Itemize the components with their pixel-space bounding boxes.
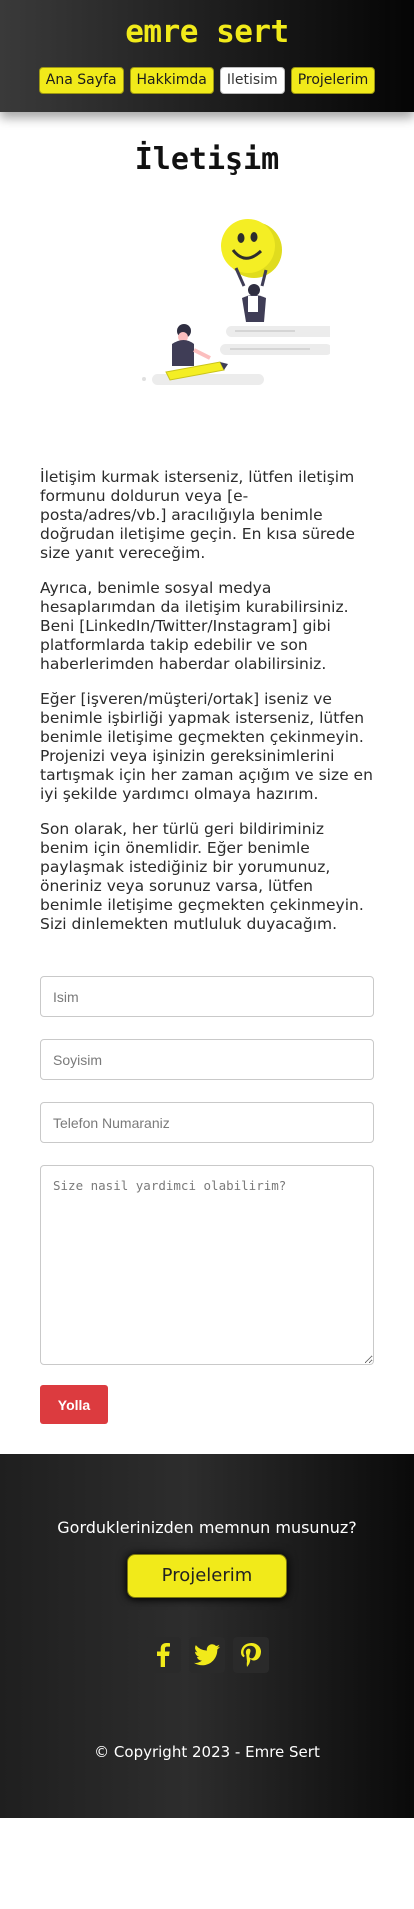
page-title: İletişim — [134, 142, 280, 177]
contact-text: İletişim kurmak isterseniz, lütfen ileti… — [40, 468, 374, 934]
last-name-input[interactable] — [40, 1039, 374, 1080]
main-content: İletişim İletişim kurmak isterseniz, lüt… — [0, 142, 414, 1424]
paragraph-intro: İletişim kurmak isterseniz, lütfen ileti… — [40, 468, 355, 562]
submit-button[interactable]: Yolla — [40, 1385, 108, 1424]
nav-item-iletisim[interactable]: Iletisim — [219, 67, 285, 94]
footer-question: Gorduklerinizden memnun musunuz? — [57, 1518, 357, 1537]
nav-item-ana-sayfa[interactable]: Ana Sayfa — [38, 67, 124, 94]
facebook-icon[interactable] — [145, 1637, 181, 1673]
phone-input[interactable] — [40, 1102, 374, 1143]
illustration-graphic — [142, 219, 330, 385]
twitter-icon[interactable] — [189, 1637, 225, 1673]
nav-item-projelerim[interactable]: Projelerim — [290, 67, 376, 94]
paragraph-social: Ayrıca, benimle sosyal medya hesaplarımd… — [40, 579, 349, 673]
main-nav: Ana Sayfa Hakkimda Iletisim Projelerim — [38, 67, 376, 94]
first-name-input[interactable] — [40, 976, 374, 1017]
social-links — [145, 1637, 269, 1673]
paragraph-feedback: Son olarak, her türlü geri bildiriminiz … — [40, 820, 364, 933]
brand-logo[interactable]: emre sert — [125, 14, 289, 50]
projects-cta-button[interactable]: Projelerim — [127, 1554, 287, 1598]
nav-item-hakkimda[interactable]: Hakkimda — [129, 67, 214, 94]
message-textarea[interactable] — [40, 1165, 374, 1365]
site-header: emre sert Ana Sayfa Hakkimda Iletisim Pr… — [0, 0, 414, 112]
contact-form: Yolla — [40, 976, 374, 1424]
copyright-text: © Copyright 2023 - Emre Sert — [94, 1743, 320, 1761]
site-footer: Gorduklerinizden memnun musunuz? Projele… — [0, 1454, 414, 1818]
pinterest-icon[interactable] — [233, 1637, 269, 1673]
contact-illustration — [40, 178, 374, 468]
paragraph-collaboration: Eğer [işveren/müşteri/ortak] iseniz ve b… — [40, 690, 373, 803]
